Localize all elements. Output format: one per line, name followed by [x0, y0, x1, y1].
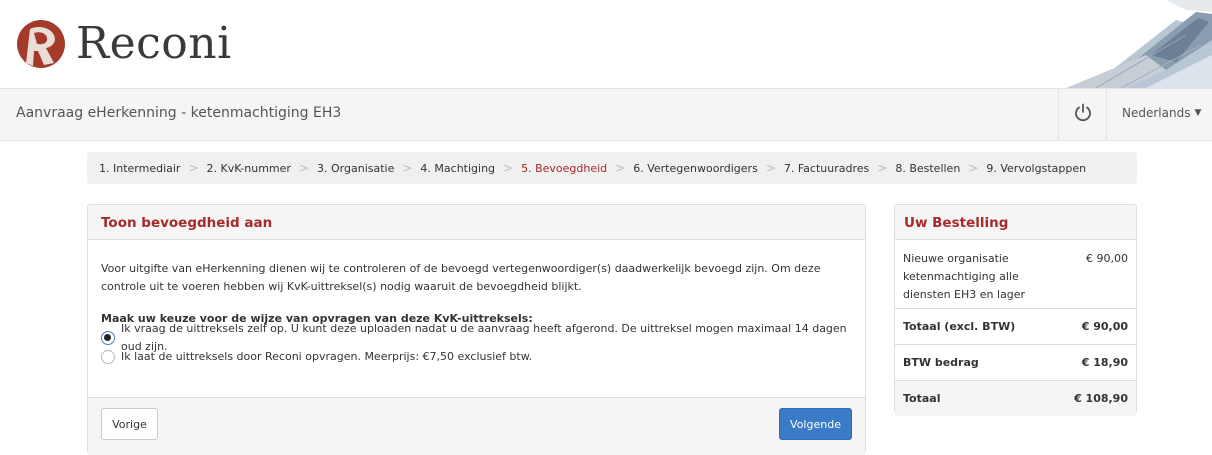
site-header: Reconi: [0, 0, 1212, 88]
subtotal-row: Totaal (excl. BTW) € 90,00: [895, 309, 1136, 345]
navbar: Aanvraag eHerkenning - ketenmachtiging E…: [0, 88, 1212, 141]
step-vervolgstappen: 9. Vervolgstappen: [986, 161, 1087, 175]
reconi-logo-icon: [16, 19, 66, 69]
step-kvk-nummer: 2. KvK-nummer: [206, 161, 291, 175]
language-dropdown[interactable]: Nederlands ▼: [1122, 106, 1201, 120]
radio-self-request[interactable]: [101, 330, 115, 345]
chevron-right-icon: >: [298, 161, 310, 175]
panel-body: Voor uitgifte van eHerkenning dienen wij…: [88, 240, 865, 366]
chevron-right-icon: >: [188, 161, 199, 175]
total-row: Totaal € 108,90: [895, 381, 1136, 416]
radio-reconi-request[interactable]: [101, 349, 115, 364]
step-bestellen: 8. Bestellen: [895, 161, 961, 175]
previous-button[interactable]: Vorige: [101, 408, 158, 440]
chevron-right-icon: >: [968, 161, 979, 175]
subtotal-value: € 90,00: [1081, 320, 1128, 333]
page-title: Aanvraag eHerkenning - ketenmachtiging E…: [16, 105, 342, 121]
total-value: € 108,90: [1074, 392, 1128, 405]
step-factuuradres: 7. Factuuradres: [783, 161, 870, 175]
chevron-right-icon: >: [615, 161, 626, 175]
option-reconi-request-label: Ik laat de uittreksels door Reconi opvra…: [121, 349, 533, 363]
logout-button[interactable]: [1058, 89, 1107, 140]
order-item-price: € 90,00: [1086, 252, 1128, 265]
subtotal-label: Totaal (excl. BTW): [903, 320, 1016, 333]
chevron-right-icon: >: [503, 161, 514, 175]
language-label: Nederlands: [1122, 106, 1191, 120]
header-laptop-photo: [1026, 0, 1212, 88]
brand-logo[interactable]: Reconi: [16, 14, 232, 74]
step-organisatie: 3. Organisatie: [317, 161, 395, 175]
panel-footer: Vorige Volgende: [88, 397, 865, 455]
order-summary: Uw Bestelling Nieuwe organisatie ketenma…: [894, 204, 1137, 416]
step-vertegenwoordigers: 6. Vertegenwoordigers: [633, 161, 758, 175]
chevron-right-icon: >: [765, 161, 776, 175]
order-item-description: Nieuwe organisatie ketenmachtiging alle …: [903, 252, 1026, 301]
authority-panel: Toon bevoegdheid aan Voor uitgifte van e…: [87, 204, 866, 455]
power-icon: [1073, 103, 1093, 127]
vat-value: € 18,90: [1081, 356, 1128, 369]
chevron-right-icon: >: [402, 161, 413, 175]
order-heading: Uw Bestelling: [895, 205, 1136, 240]
total-label: Totaal: [903, 392, 941, 405]
step-bevoegdheid: 5. Bevoegdheid: [521, 161, 608, 175]
step-breadcrumb: 1. Intermediair > 2. KvK-nummer > 3. Org…: [87, 152, 1137, 184]
panel-heading: Toon bevoegdheid aan: [88, 205, 865, 240]
brand-name: Reconi: [76, 18, 232, 69]
chevron-right-icon: >: [877, 161, 888, 175]
order-item-row: Nieuwe organisatie ketenmachtiging alle …: [895, 240, 1136, 309]
step-intermediair: 1. Intermediair: [99, 161, 181, 175]
vat-row: BTW bedrag € 18,90: [895, 345, 1136, 381]
caret-down-icon: ▼: [1194, 108, 1202, 118]
next-button[interactable]: Volgende: [779, 408, 852, 440]
intro-text: Voor uitgifte van eHerkenning dienen wij…: [101, 262, 821, 293]
option-self-request[interactable]: Ik vraag de uittreksels zelf op. U kunt …: [101, 322, 852, 353]
step-machtiging: 4. Machtiging: [420, 161, 496, 175]
vat-label: BTW bedrag: [903, 356, 979, 369]
